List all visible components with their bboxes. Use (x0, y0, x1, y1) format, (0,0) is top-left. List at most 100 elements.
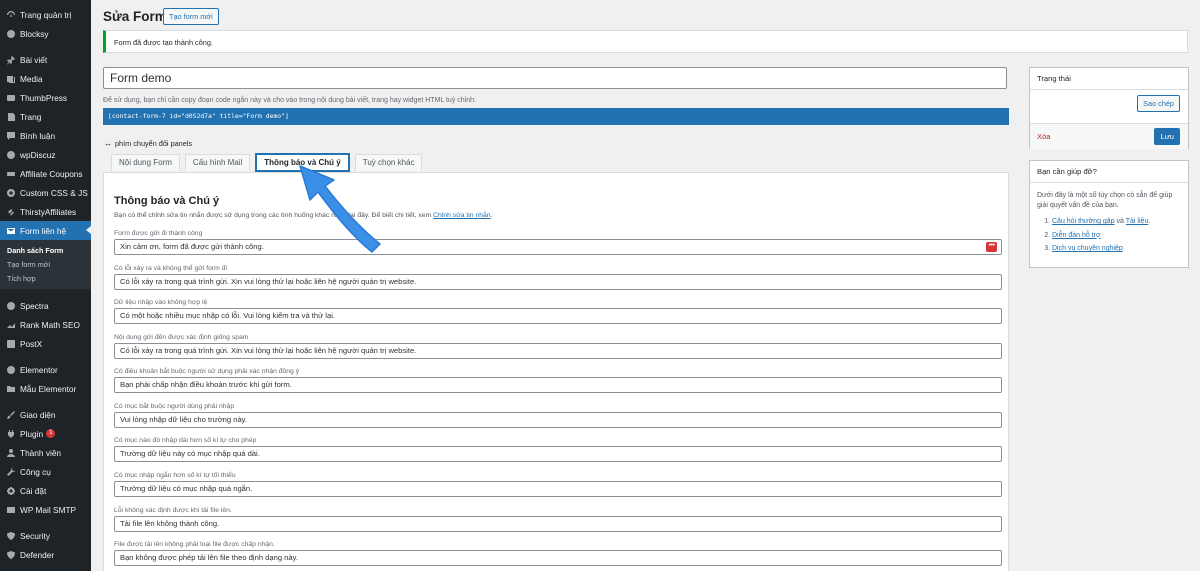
sidebar-item-custom-css-js[interactable]: Custom CSS & JS (0, 183, 91, 202)
brush-icon (6, 410, 16, 420)
message-input[interactable]: Trường dữ liệu có mục nhập quá ngắn. (114, 481, 1002, 497)
status-box-title: Trạng thái (1030, 68, 1188, 90)
message-field-label: Có mục nhập ngắn hơn số kí tự tối thiểu (114, 472, 236, 479)
wpdiscuz-icon (6, 150, 16, 160)
message-input[interactable]: Có lỗi xảy ra trong quá trình gửi. Xin v… (114, 274, 1002, 290)
submenu-item-form-list[interactable]: Danh sách Form (0, 243, 91, 257)
form-title-input[interactable]: Form demo (103, 67, 1007, 89)
sidebar-item-settings[interactable]: Cài đặt (0, 481, 91, 500)
sidebar-item-affiliate-coupons[interactable]: Affiliate Coupons (0, 164, 91, 183)
panel-description: Bạn có thể chỉnh sửa tin nhắn được sử dụ… (114, 212, 492, 219)
status-box-footer: Xóa Lưu (1030, 123, 1188, 149)
save-button[interactable]: Lưu (1154, 128, 1180, 145)
new-form-button[interactable]: Tạo form mới (163, 8, 219, 25)
page-title: Sửa Form (103, 9, 167, 24)
sidebar-item-elementor-templates[interactable]: Mẫu Elementor (0, 379, 91, 398)
sidebar-item-label: Giao diện (20, 409, 56, 420)
list-tail: . (1148, 218, 1151, 225)
sidebar-item-elementor[interactable]: Elementor (0, 360, 91, 379)
elementor-icon (6, 365, 16, 375)
submenu-item-integration[interactable]: Tích hợp (0, 271, 91, 285)
sidebar-item-label: Trang (20, 111, 42, 122)
submenu-item-new-form[interactable]: Tạo form mới (0, 257, 91, 271)
tab-form-content[interactable]: Nội dung Form (111, 154, 180, 171)
edit-messages-link[interactable]: Chỉnh sửa tin nhắn (433, 212, 490, 219)
wrench-icon (6, 467, 16, 477)
message-field-label: Có mục bắt buộc người dùng phải nhập (114, 403, 235, 410)
sidebar-item-label: Plugin (20, 428, 44, 439)
help-list: Câu hỏi thường gặp và Tài liệu. Diễn đàn… (1030, 215, 1188, 256)
admin-sidebar: Trang quản trị Blocksy Bài viết Media Th… (0, 0, 91, 571)
plus-circle-icon (6, 188, 16, 198)
support-forum-link[interactable]: Diễn đàn hỗ trợ (1052, 232, 1101, 239)
professional-services-link[interactable]: Dịch vụ chuyên nghiệp (1052, 245, 1123, 252)
sidebar-item-comments[interactable]: Bình luận (0, 126, 91, 145)
sidebar-item-wpdiscuz[interactable]: wpDiscuz (0, 145, 91, 164)
message-field-label: Form được gửi đi thành công (114, 230, 203, 237)
message-input[interactable]: Xin cảm ơn, form đã được gửi thành công.… (114, 239, 1002, 255)
sidebar-item-plugins[interactable]: Plugin 1 (0, 424, 91, 443)
message-input[interactable]: Vui lòng nhập dữ liệu cho trường này. (114, 412, 1002, 428)
thumbpress-icon (6, 93, 16, 103)
message-field: Nội dung gửi đến được xác định giống spa… (114, 334, 1002, 359)
message-input[interactable]: Bạn không được phép tải lên file theo đị… (114, 550, 1002, 566)
message-field-label: Lỗi không xác định được khi tải file lên… (114, 507, 232, 514)
sidebar-item-pages[interactable]: Trang (0, 107, 91, 126)
editor-tabs: Nội dung Form Cấu hình Mail Thông báo và… (111, 153, 427, 172)
sidebar-item-label: wpDiscuz (20, 149, 56, 160)
sidebar-item-tools[interactable]: Công cụ (0, 462, 91, 481)
shortcode-field[interactable]: [contact-form-7 id="d052d7a" title="Form… (103, 108, 1009, 125)
message-field: Có điều khoản bắt buộc người sử dụng phả… (114, 368, 1002, 393)
delete-link[interactable]: Xóa (1037, 132, 1051, 141)
sidebar-item-rank-math[interactable]: Rank Math SEO (0, 315, 91, 334)
tab-mail-config[interactable]: Cấu hình Mail (184, 154, 251, 171)
sidebar-item-users[interactable]: Thành viên (0, 443, 91, 462)
sidebar-item-appearance[interactable]: Giao diện (0, 405, 91, 424)
sidebar-item-label: WP Mail SMTP (20, 504, 77, 515)
message-input[interactable]: Trường dữ liệu này có mục nhập quá dài. (114, 446, 1002, 462)
sidebar-item-posts[interactable]: Bài viết (0, 50, 91, 69)
folder-icon (6, 384, 16, 394)
message-field-label: Có điều khoản bắt buộc người sử dụng phả… (114, 368, 300, 375)
sidebar-item-label: Affiliate Coupons (20, 168, 83, 179)
message-input[interactable]: Bạn phải chấp nhận điều khoản trước khi … (114, 377, 1002, 393)
panel-heading: Thông báo và Chú ý (114, 195, 220, 207)
message-input[interactable]: Tải file lên không thành công. (114, 516, 1002, 532)
panel-description-text: Bạn có thể chỉnh sửa tin nhắn được sử dụ… (114, 212, 434, 219)
sidebar-item-thirstyaffiliates[interactable]: ThirstyAffiliates (0, 202, 91, 221)
sidebar-item-postx[interactable]: PostX (0, 334, 91, 353)
more-options-icon[interactable]: ••• (986, 242, 997, 252)
tab-messages[interactable]: Thông báo và Chú ý (255, 153, 350, 172)
sidebar-item-label: Mẫu Elementor (20, 383, 77, 394)
plugin-icon (6, 429, 16, 439)
help-box: Bạn cần giúp đỡ? Dưới đây là một số tùy … (1029, 160, 1189, 268)
sidebar-item-security[interactable]: Security (0, 526, 91, 545)
sidebar-item-label: Spectra (20, 300, 49, 311)
sidebar-item-label: Công cụ (20, 466, 51, 477)
faq-link[interactable]: Câu hỏi thường gặp (1052, 218, 1115, 225)
tab-additional-settings[interactable]: Tuỳ chọn khác (354, 154, 423, 171)
message-input[interactable]: Có lỗi xảy ra trong quá trình gửi. Xin v… (114, 343, 1002, 359)
sidebar-item-label: Form liên hệ (20, 225, 67, 236)
sidebar-item-spectra[interactable]: Spectra (0, 296, 91, 315)
sidebar-item-thumbpress[interactable]: ThumbPress (0, 88, 91, 107)
comment-icon (6, 131, 16, 141)
sidebar-item-label: Bình luận (20, 130, 56, 141)
defender-icon (6, 550, 16, 560)
list-item: Diễn đàn hỗ trợ (1052, 229, 1181, 243)
list-item: Dịch vụ chuyên nghiệp (1052, 242, 1181, 256)
sidebar-item-defender[interactable]: Defender (0, 545, 91, 564)
sidebar-item-dashboard[interactable]: Trang quản trị (0, 5, 91, 24)
message-input[interactable]: Có một hoặc nhiều mục nhập có lỗi. Vui l… (114, 308, 1002, 324)
panel-description-end: . (490, 212, 493, 219)
docs-link[interactable]: Tài liệu (1126, 218, 1149, 225)
copy-button[interactable]: Sao chép (1137, 95, 1180, 112)
postx-icon (6, 339, 16, 349)
list-joiner: và (1114, 218, 1126, 225)
panel-toggle[interactable]: ↔ phím chuyển đổi panels (104, 139, 192, 148)
message-field: Có mục nhập ngắn hơn số kí tự tối thiểu … (114, 472, 1002, 497)
sidebar-item-blocksy[interactable]: Blocksy (0, 24, 91, 43)
sidebar-item-wp-mail-smtp[interactable]: WP Mail SMTP (0, 500, 91, 519)
sidebar-item-media[interactable]: Media (0, 69, 91, 88)
sidebar-item-contact-form[interactable]: Form liên hệ (0, 221, 91, 240)
